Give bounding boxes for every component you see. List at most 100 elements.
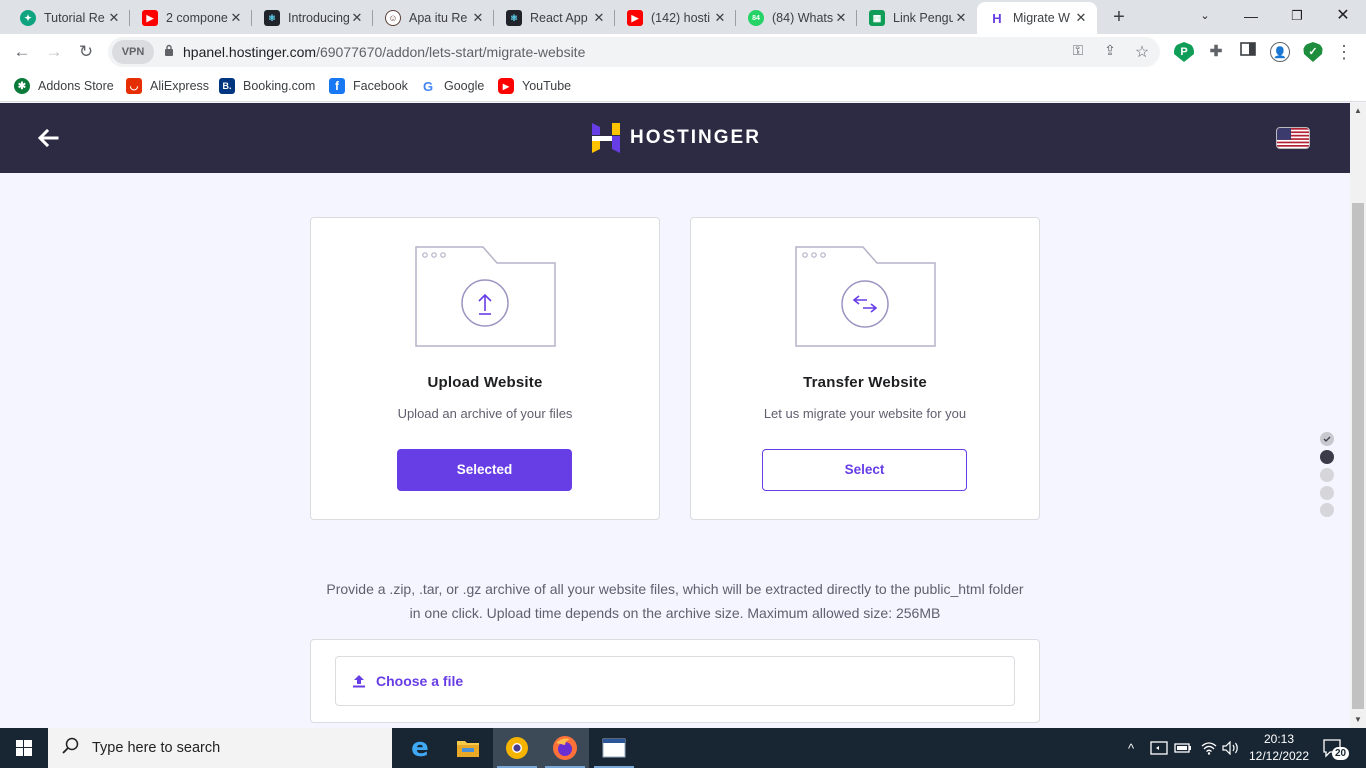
bookmark-booking[interactable]: B. Booking.com [219,76,315,96]
tab-whatsapp[interactable]: 84 (84) Whats ✕ [736,4,857,32]
extensions-puzzle-icon[interactable]: ✚ [1206,42,1226,62]
tab-search-button[interactable]: ⌄ [1182,0,1228,32]
tab-title: Tutorial Re [44,11,105,25]
minimize-button[interactable]: — [1228,0,1274,32]
chatgpt-icon: ✦ [20,10,36,26]
folder-transfer-icon [795,246,937,348]
tab-hostinger-youtube[interactable]: ▶ (142) hosti ✕ [615,4,736,32]
back-icon[interactable]: ← [10,40,34,64]
sheets-icon: ▦ [869,10,885,26]
us-flag-icon[interactable] [1276,127,1310,149]
tab-2-components[interactable]: ▶ 2 compone ✕ [130,4,252,32]
address-bar[interactable]: VPN hpanel.hostinger.com/69077670/addon/… [108,37,1160,67]
firefox-icon[interactable] [541,728,589,768]
selected-button[interactable]: Selected [397,449,572,491]
scroll-down-icon[interactable]: ▼ [1354,715,1362,724]
youtube-icon: ▶ [627,10,643,26]
back-arrow-icon[interactable] [36,123,62,153]
hostinger-logo[interactable]: HOSTINGER [592,123,761,153]
upload-website-card[interactable]: Upload Website Upload an archive of your… [310,217,660,520]
close-icon[interactable]: ✕ [470,10,486,26]
restore-button[interactable]: ❐ [1274,0,1320,32]
security-shield-icon[interactable]: ✓ [1303,42,1323,62]
instructions-line-1: Provide a .zip, .tar, or .gz archive of … [326,581,1024,597]
show-hidden-icons[interactable]: ^ [1128,728,1134,768]
volume-icon[interactable] [1222,728,1240,768]
tab-react-app[interactable]: ⚛ React App ✕ [494,4,615,32]
lock-icon[interactable] [164,44,174,59]
windows-start-icon[interactable] [0,728,48,768]
youtube-icon: ▶ [498,78,514,94]
close-icon[interactable]: ✕ [228,10,244,26]
window-app-icon[interactable] [590,728,638,768]
bookmark-star-icon[interactable]: ☆ [1132,42,1152,62]
close-icon[interactable]: ✕ [591,10,607,26]
step-dot[interactable] [1320,486,1334,500]
clock-time: 20:13 [1263,732,1295,746]
close-icon[interactable]: ✕ [833,10,849,26]
file-explorer-icon[interactable] [444,728,492,768]
battery-icon[interactable] [1174,728,1192,768]
key-icon[interactable]: ⚿ [1068,42,1088,59]
choose-file-field[interactable]: Choose a file [335,656,1015,706]
tab-introducing[interactable]: ⚛ Introducing ✕ [252,4,373,32]
tab-link-pengumpulan[interactable]: ▦ Link Pengu ✕ [857,4,977,32]
step-dot[interactable] [1320,468,1334,482]
tab-title: Migrate W [1013,11,1070,25]
chrome-canary-icon[interactable] [493,728,541,768]
scroll-up-icon[interactable]: ▲ [1354,106,1362,115]
edge-icon[interactable]: e [396,728,444,768]
extension-shield-icon[interactable]: P [1174,42,1194,62]
side-panel-icon[interactable] [1238,42,1258,62]
instructions-line-2: in one click. Upload time depends on the… [409,605,941,621]
url-host: hpanel.hostinger.com [183,44,317,60]
bookmark-addons-store[interactable]: ✱ Addons Store [14,76,114,96]
bookmark-youtube[interactable]: ▶ YouTube [498,76,571,96]
windows-taskbar: Type here to search e ^ 20:13 12/12/2022… [0,728,1366,768]
notifications-icon[interactable]: 20 [1322,728,1350,768]
bookmark-google[interactable]: G Google [420,76,484,96]
google-icon: G [420,78,436,94]
step-dot[interactable] [1320,503,1334,517]
vpn-badge[interactable]: VPN [112,40,154,64]
browser-toolbar: ← → ↻ VPN hpanel.hostinger.com/69077670/… [0,34,1366,70]
close-icon[interactable]: ✕ [953,10,969,26]
bookmark-aliexpress[interactable]: ◡ AliExpress [126,76,209,96]
reload-icon[interactable]: ↻ [74,40,98,64]
brand-name: HOSTINGER [630,127,761,148]
taskbar-clock[interactable]: 20:13 12/12/2022 [1248,731,1310,765]
upload-panel: Choose a file [310,639,1040,723]
close-icon[interactable]: ✕ [1073,10,1089,26]
bookmark-label: Facebook [353,79,408,93]
close-icon[interactable]: ✕ [106,10,122,26]
tab-apa-itu[interactable]: ☺ Apa itu Re ✕ [373,4,494,32]
tab-migrate-website[interactable]: H Migrate W ✕ [977,2,1097,34]
profile-icon[interactable]: 👤 [1270,42,1290,62]
close-window-button[interactable]: ✕ [1320,0,1366,32]
step-current-dot[interactable] [1320,450,1334,464]
new-tab-button[interactable]: + [1108,6,1130,28]
close-icon[interactable]: ✕ [712,10,728,26]
select-button[interactable]: Select [762,449,967,491]
scroll-thumb[interactable] [1352,203,1364,709]
close-icon[interactable]: ✕ [349,10,365,26]
tab-title: Link Pengu [893,11,953,25]
share-icon[interactable]: ⇪ [1100,42,1120,59]
card-title: Transfer Website [803,374,927,391]
meet-now-icon[interactable] [1150,728,1168,768]
transfer-website-card[interactable]: Transfer Website Let us migrate your web… [690,217,1040,520]
card-description: Let us migrate your website for you [763,406,967,421]
bookmark-facebook[interactable]: f Facebook [329,76,408,96]
page-scrollbar[interactable]: ▲ ▼ [1350,103,1366,728]
react-icon: ⚛ [506,10,522,26]
taskbar-search-box[interactable]: Type here to search [48,728,392,768]
forward-icon[interactable]: → [42,40,66,64]
tab-title: 2 compone [166,11,228,25]
wifi-icon[interactable] [1200,728,1218,768]
url-text[interactable]: hpanel.hostinger.com/69077670/addon/lets… [183,44,585,60]
menu-dots-icon[interactable]: ⋮ [1332,40,1356,64]
search-placeholder: Type here to search [92,740,221,756]
step-completed-check-icon[interactable] [1320,432,1334,446]
tab-tutorial[interactable]: ✦ Tutorial Re ✕ [8,4,130,32]
clock-date: 12/12/2022 [1248,749,1310,763]
